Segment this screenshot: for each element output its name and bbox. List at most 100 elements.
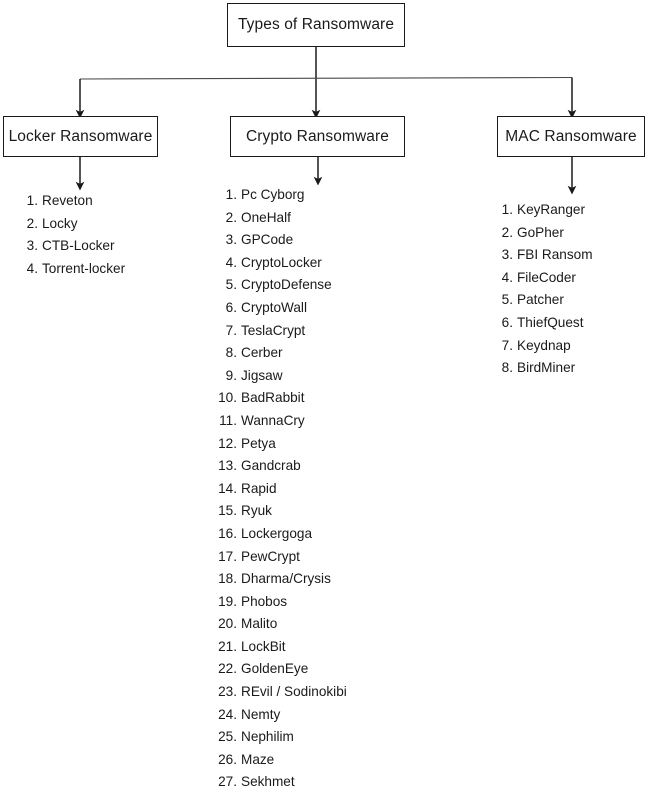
list-item-label: Lockergoga [241,525,313,541]
category-node-locker-ransomware: Locker Ransomware [3,116,158,157]
list-item-label: Maze [241,751,275,767]
ransomware-taxonomy-diagram: Types of Ransomware Locker Ransomware Cr… [0,0,650,789]
list-item-label: Pc Cyborg [241,187,305,202]
list-item: 6. CryptoWall [216,297,347,320]
crypto-ransomware-item-list: 1. Pc Cyborg 2. OneHalf 3. GPCode 4. CryptoLock… [216,184,347,794]
list-item-label: BadRabbit [241,390,305,406]
list-item-label: Ryuk [241,503,272,519]
list-item-label: CryptoLocker [241,254,322,270]
list-item-label: TeslaCrypt [241,322,306,338]
list-item-label: Dharma/Crysis [241,571,331,587]
list-item: 26. Maze [216,749,347,772]
list-item-label: KeyRanger [517,202,586,217]
list-item: 13. Gandcrab [216,455,347,478]
category-node-label: MAC Ransomware [505,127,637,145]
list-item: 1. Reveton [24,190,125,213]
list-item-number: 1. [501,202,513,217]
list-item: 27. Sekhmet [216,771,347,794]
list-item: 16. Lockergoga [216,523,347,546]
list-item: 3. CTB-Locker [24,235,125,258]
list-item: 7. Keydnap [499,335,593,358]
list-item: 18. Dharma/Crysis [216,568,347,591]
list-item-number: 8. [501,360,513,376]
list-item-number: 26. [218,751,237,767]
list-item: 4. CryptoLocker [216,252,347,275]
list-item: 10. BadRabbit [216,387,347,410]
list-item: 19. Phobos [216,591,347,614]
list-item-number: 19. [218,593,237,609]
list-item-label: Petya [241,435,276,451]
list-item-number: 5. [225,277,237,293]
list-item-label: PewCrypt [241,548,300,564]
list-item-label: Patcher [517,292,564,308]
list-item-label: BirdMiner [517,360,576,376]
list-item: 3. FBI Ransom [499,244,593,267]
list-item-number: 27. [218,774,237,790]
list-item-label: GoPher [517,224,564,240]
list-item-label: Sekhmet [241,774,295,790]
horizontal-branch-bar [79,76,573,80]
list-item-number: 3. [225,232,237,248]
list-item-label: Gandcrab [241,458,301,474]
list-item-label: CTB-Locker [42,238,115,254]
list-item: 4. FileCoder [499,267,593,290]
list-item: 21. LockBit [216,636,347,659]
list-item: 5. CryptoDefense [216,274,347,297]
list-item-number: 4. [26,260,38,276]
list-item: 2. GoPher [499,222,593,245]
list-item-number: 7. [501,337,513,353]
list-item-number: 2. [26,215,38,231]
list-item: 1. Pc Cyborg [216,184,347,207]
list-item-number: 8. [225,345,237,361]
list-item-label: LockBit [241,638,286,654]
list-item: 22. GoldenEye [216,658,347,681]
list-item-number: 11. [219,412,237,428]
list-item-label: CryptoDefense [241,277,332,293]
list-item-label: Malito [241,616,278,632]
list-item-label: GoldenEye [241,661,309,677]
list-item: 4. Torrent-locker [24,258,125,281]
list-item-label: Cerber [241,345,283,361]
list-item: 9. Jigsaw [216,365,347,388]
list-item-number: 6. [225,299,237,315]
list-item: 7. TeslaCrypt [216,320,347,343]
list-item-number: 1. [225,187,237,202]
list-item-label: FBI Ransom [517,247,593,263]
root-node-types-of-ransomware: Types of Ransomware [227,3,405,47]
list-item-label: ThiefQuest [517,314,584,330]
list-item-number: 14. [218,480,237,496]
root-node-label: Types of Ransomware [237,16,395,34]
list-item: 8. Cerber [216,342,347,365]
list-item-number: 4. [225,254,237,270]
category-node-crypto-ransomware: Crypto Ransomware [230,116,405,157]
list-item: 23. REvil / Sodinokibi [216,681,347,704]
list-item-number: 4. [501,269,513,285]
list-item-number: 1. [26,193,38,208]
list-item-number: 18. [218,571,237,587]
list-item-label: CryptoWall [241,299,307,315]
list-item: 11. WannaCry [216,410,347,433]
locker-ransomware-item-list: 1. Reveton 2. Locky 3. CTB-Locker 4. Torrent-lo… [24,190,125,280]
list-item-number: 16. [218,525,237,541]
list-item: 6. ThiefQuest [499,312,593,335]
list-item-label: Torrent-locker [42,260,126,276]
list-item: 15. Ryuk [216,500,347,523]
list-item: 2. Locky [24,213,125,236]
list-item-label: Keydnap [517,337,571,353]
mac-ransomware-item-list: 1. KeyRanger 2. GoPher 3. FBI Ransom 4. FileCod… [499,199,593,380]
list-item-label: Jigsaw [241,367,283,383]
list-item-number: 9. [225,367,237,383]
category-node-label: Locker Ransomware [8,127,153,145]
list-item: 12. Petya [216,433,347,456]
list-item-number: 3. [26,238,38,254]
list-item-number: 6. [501,314,513,330]
list-item-number: 21. [218,638,237,654]
list-item-number: 17. [218,548,237,564]
list-item-number: 2. [501,224,513,240]
list-item-label: Nemty [241,706,281,722]
list-item-number: 23. [218,684,237,700]
list-item-label: Locky [42,215,78,231]
list-item-number: 24. [218,706,237,722]
list-item: 14. Rapid [216,478,347,501]
category-node-label: Crypto Ransomware [246,127,389,145]
